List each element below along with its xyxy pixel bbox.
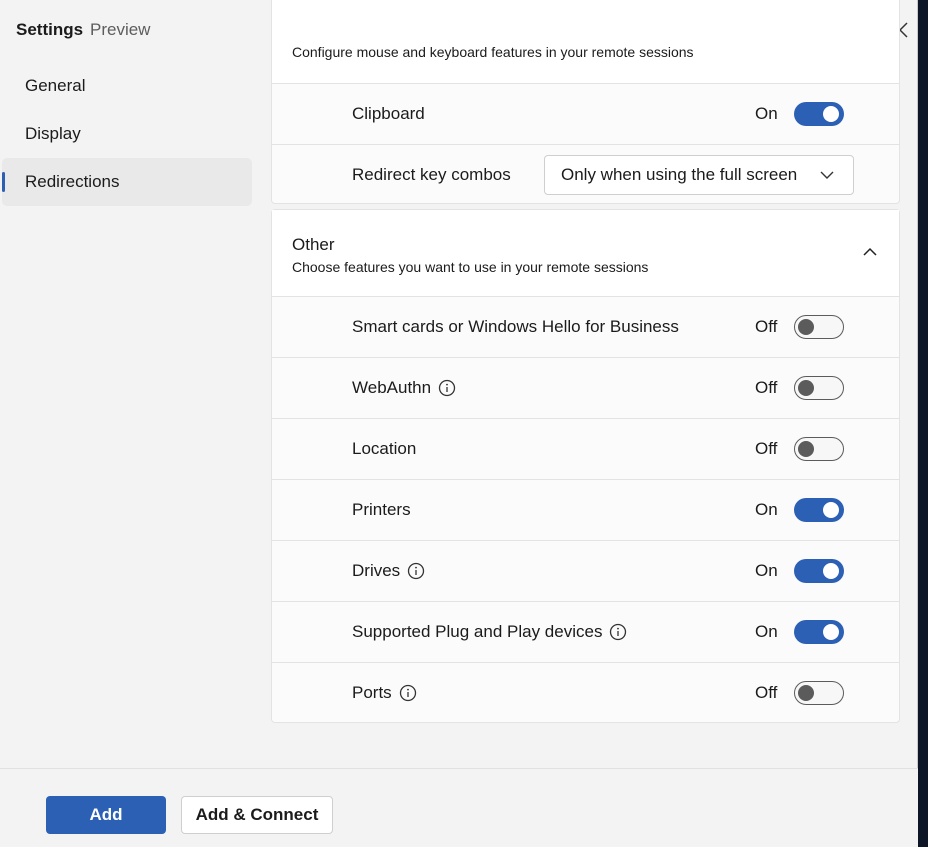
other-section-description: Choose features you want to use in your … (292, 259, 649, 275)
toggle-knob (823, 563, 839, 579)
other-section-header[interactable]: Other Choose features you want to use in… (272, 210, 899, 296)
printers-toggle[interactable] (794, 498, 844, 522)
setting-row-clipboard: Clipboard On (272, 83, 899, 144)
setting-row-ports: Ports Off (272, 662, 899, 723)
toggle-knob (798, 379, 814, 396)
toggle-state-text: On (755, 104, 778, 123)
plug-and-play-toggle[interactable] (794, 620, 844, 644)
window-title: Settings (16, 20, 84, 39)
setting-label: Ports (352, 683, 392, 702)
webauthn-toggle[interactable] (794, 376, 844, 400)
setting-row-printers: Printers On (272, 479, 899, 540)
toggle-knob (798, 440, 814, 457)
other-section-title: Other (292, 235, 335, 254)
nav-item-display[interactable]: Display (2, 110, 252, 158)
setting-row-location: Location Off (272, 418, 899, 479)
setting-label: Smart cards or Windows Hello for Busines… (352, 317, 679, 336)
setting-label: Drives (352, 561, 401, 580)
setting-label: Redirect key combos (352, 165, 511, 184)
setting-label: WebAuthn (352, 378, 432, 397)
setting-label-wrap: Drives (352, 561, 425, 581)
nav-item-label: Display (25, 124, 81, 143)
clipboard-toggle[interactable] (794, 102, 844, 126)
toggle-state-text: Off (755, 439, 778, 458)
toggle-state-text: On (755, 500, 778, 519)
location-toggle[interactable] (794, 437, 844, 461)
setting-label: Printers (352, 500, 411, 519)
nav-item-redirections[interactable]: Redirections (2, 158, 252, 206)
setting-row-webauthn: WebAuthn Off (272, 357, 899, 418)
window-subtitle: Preview (90, 20, 151, 39)
smart-cards-toggle[interactable] (794, 315, 844, 339)
setting-row-drives: Drives On (272, 540, 899, 601)
toggle-state-text: Off (755, 683, 778, 702)
toggle-knob (823, 624, 839, 640)
key-combos-dropdown[interactable]: Only when using the full screen (544, 155, 854, 195)
toggle-state-text: Off (755, 317, 778, 336)
collapse-button[interactable] (860, 242, 880, 262)
toggle-knob (823, 502, 839, 518)
settings-nav: General Display Redirections (2, 62, 252, 206)
nav-item-general[interactable]: General (2, 62, 252, 110)
setting-label: Supported Plug and Play devices (352, 622, 603, 641)
nav-item-label: Redirections (25, 172, 120, 191)
other-section-card: Other Choose features you want to use in… (271, 209, 900, 723)
setting-row-smart-cards: Smart cards or Windows Hello for Busines… (272, 296, 899, 357)
footer-bar: Add Add & Connect (0, 768, 918, 847)
keyboard-section-card: Configure mouse and keyboard features in… (271, 0, 900, 204)
add-button[interactable]: Add (46, 796, 166, 834)
chevron-up-icon (863, 247, 877, 256)
info-icon[interactable] (399, 684, 417, 702)
info-icon[interactable] (438, 379, 456, 397)
setting-row-redirect-key-combos: Redirect key combos Only when using the … (272, 144, 899, 205)
toggle-state-text: Off (755, 378, 778, 397)
ports-toggle[interactable] (794, 681, 844, 705)
toggle-knob (798, 684, 814, 701)
toggle-knob (823, 106, 839, 122)
info-icon[interactable] (407, 562, 425, 580)
setting-label-wrap: Supported Plug and Play devices (352, 622, 627, 642)
keyboard-section-header: Configure mouse and keyboard features in… (272, 0, 899, 83)
keyboard-section-description: Configure mouse and keyboard features in… (292, 44, 694, 60)
setting-label-wrap: WebAuthn (352, 378, 456, 398)
settings-window: Settings Preview General Display Redirec… (0, 0, 918, 847)
chevron-down-icon (820, 171, 834, 179)
setting-row-plug-and-play: Supported Plug and Play devices On (272, 601, 899, 662)
add-and-connect-button[interactable]: Add & Connect (181, 796, 333, 834)
settings-content[interactable]: Configure mouse and keyboard features in… (271, 0, 900, 770)
setting-label: Location (352, 439, 417, 458)
toggle-state-text: On (755, 622, 778, 641)
drives-toggle[interactable] (794, 559, 844, 583)
info-icon[interactable] (609, 623, 627, 641)
toggle-state-text: On (755, 561, 778, 580)
nav-item-label: General (25, 76, 86, 95)
setting-label: Clipboard (352, 104, 425, 123)
dropdown-value: Only when using the full screen (561, 165, 798, 184)
toggle-knob (798, 318, 814, 335)
setting-label-wrap: Ports (352, 683, 417, 703)
